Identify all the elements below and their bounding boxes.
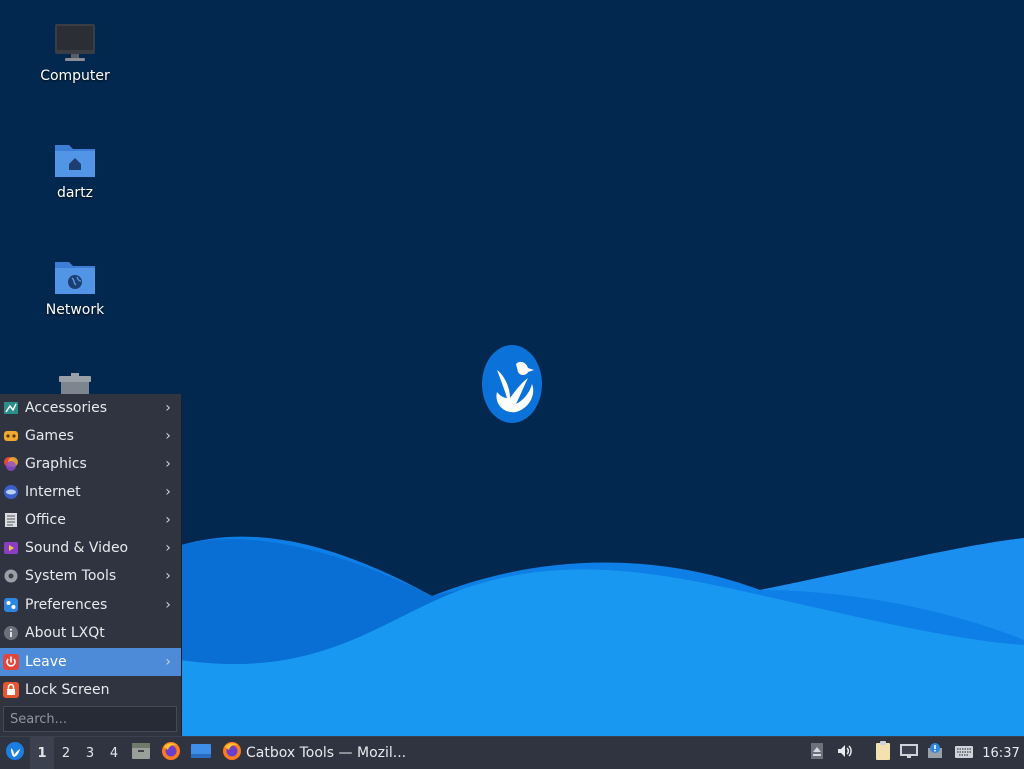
clock[interactable]: 16:37 bbox=[980, 737, 1022, 769]
quicklaunch-file-manager[interactable] bbox=[126, 737, 156, 769]
office-icon bbox=[3, 512, 19, 528]
desktop-icon-network[interactable]: Network bbox=[20, 256, 130, 318]
system-tools-icon bbox=[3, 568, 19, 584]
menu-item-internet[interactable]: Internet › bbox=[0, 478, 181, 506]
application-menu: Accessories › Games › Graphics › Interne… bbox=[0, 394, 182, 736]
desktop-icon-home[interactable]: dartz bbox=[20, 139, 130, 201]
chevron-right-icon: › bbox=[165, 654, 171, 670]
desktop-switch-4[interactable]: 4 bbox=[102, 737, 126, 769]
chevron-right-icon: › bbox=[165, 512, 171, 528]
sound-video-icon bbox=[3, 540, 19, 556]
desktop-switch-1[interactable]: 1 bbox=[30, 737, 54, 769]
clock-label: 16:37 bbox=[982, 745, 1020, 761]
graphics-icon bbox=[3, 456, 19, 472]
clipboard-icon bbox=[875, 741, 891, 765]
show-desktop-icon bbox=[190, 742, 212, 764]
network-wired-icon bbox=[899, 743, 919, 763]
menu-item-office[interactable]: Office › bbox=[0, 506, 181, 534]
taskbar: 1 2 3 4 Catbox Tools — Mozil... 16:37 bbox=[0, 736, 1024, 769]
menu-search-input[interactable] bbox=[3, 706, 177, 732]
computer-icon bbox=[53, 22, 97, 62]
tray-clipboard[interactable] bbox=[872, 737, 894, 769]
chevron-right-icon: › bbox=[165, 568, 171, 584]
info-icon bbox=[3, 625, 19, 641]
tray-keyboard[interactable] bbox=[952, 737, 976, 769]
menu-item-sound-video[interactable]: Sound & Video › bbox=[0, 534, 181, 562]
power-icon bbox=[3, 654, 19, 670]
taskbar-window-firefox[interactable]: Catbox Tools — Mozil... bbox=[216, 737, 412, 769]
chevron-right-icon: › bbox=[165, 597, 171, 613]
chevron-right-icon: › bbox=[165, 400, 171, 416]
menu-item-lock-screen[interactable]: Lock Screen bbox=[0, 676, 181, 704]
menu-item-graphics[interactable]: Graphics › bbox=[0, 450, 181, 478]
desktop-switch-3[interactable]: 3 bbox=[78, 737, 102, 769]
chevron-right-icon: › bbox=[165, 456, 171, 472]
quicklaunch-firefox[interactable] bbox=[156, 737, 186, 769]
tray-network[interactable] bbox=[898, 737, 920, 769]
tray-eject[interactable] bbox=[806, 737, 828, 769]
menu-item-about-lxqt[interactable]: About LXQt bbox=[0, 619, 181, 647]
menu-item-accessories[interactable]: Accessories › bbox=[0, 394, 181, 422]
file-manager-icon bbox=[131, 742, 151, 764]
desktop-icon-label: dartz bbox=[56, 185, 94, 201]
preferences-icon bbox=[3, 597, 19, 613]
eject-icon bbox=[810, 742, 824, 764]
firefox-icon bbox=[161, 741, 181, 765]
network-folder-icon bbox=[53, 256, 97, 296]
chevron-right-icon: › bbox=[165, 540, 171, 556]
menu-item-preferences[interactable]: Preferences › bbox=[0, 591, 181, 619]
taskbar-window-title: Catbox Tools — Mozil... bbox=[246, 745, 407, 761]
quicklaunch-show-desktop[interactable] bbox=[186, 737, 216, 769]
internet-icon bbox=[3, 484, 19, 500]
lubuntu-logo bbox=[482, 345, 542, 423]
menu-item-system-tools[interactable]: System Tools › bbox=[0, 562, 181, 590]
tray-volume[interactable] bbox=[834, 737, 856, 769]
desktop-icon-label: Computer bbox=[40, 68, 110, 84]
accessories-icon bbox=[3, 400, 19, 416]
tray-update-notifier[interactable] bbox=[924, 737, 946, 769]
lubuntu-start-icon bbox=[5, 741, 25, 765]
games-icon bbox=[3, 428, 19, 444]
volume-icon bbox=[836, 743, 854, 763]
home-folder-icon bbox=[53, 139, 97, 179]
menu-item-leave[interactable]: Leave › bbox=[0, 648, 181, 676]
desktop-icon-label: Network bbox=[45, 302, 105, 318]
start-menu-button[interactable] bbox=[0, 737, 30, 769]
lock-icon bbox=[3, 682, 19, 698]
menu-item-games[interactable]: Games › bbox=[0, 422, 181, 450]
desktop-switch-2[interactable]: 2 bbox=[54, 737, 78, 769]
desktop-icon-computer[interactable]: Computer bbox=[20, 22, 130, 84]
keyboard-icon bbox=[954, 744, 974, 763]
chevron-right-icon: › bbox=[165, 484, 171, 500]
chevron-right-icon: › bbox=[165, 428, 171, 444]
update-notifier-icon bbox=[926, 742, 944, 764]
firefox-icon bbox=[222, 741, 242, 765]
